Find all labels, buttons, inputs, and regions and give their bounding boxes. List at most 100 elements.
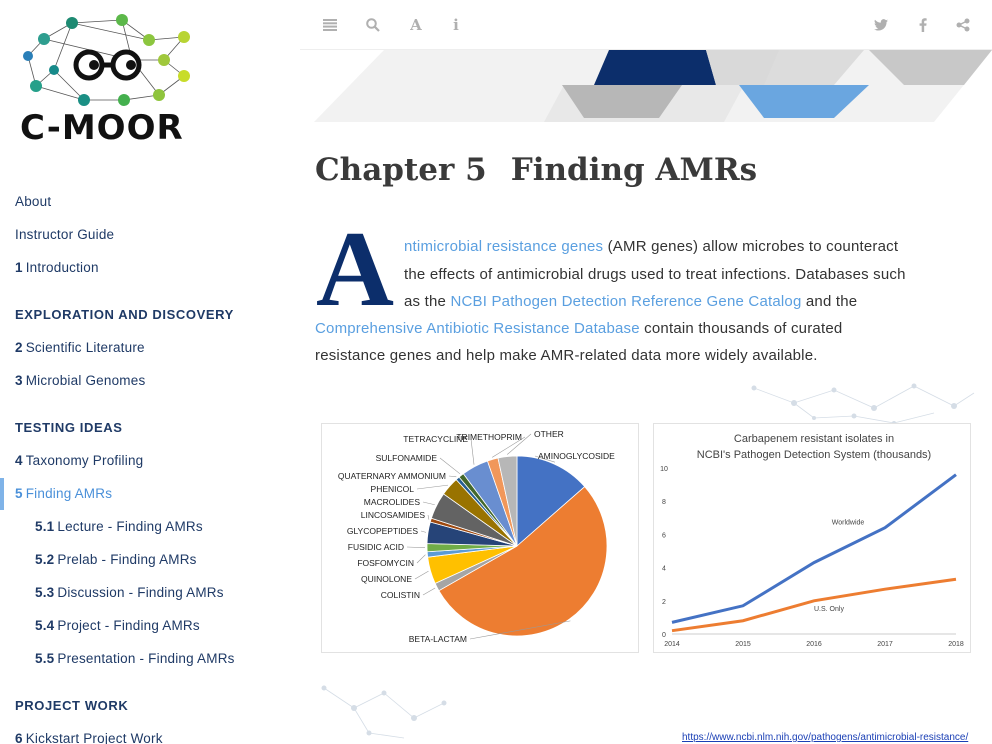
sidebar-item-number: 1: [15, 260, 23, 275]
sidebar-item-label: Finding AMRs: [25, 486, 113, 501]
pie-label: QUATERNARY AMMONIUM: [338, 471, 446, 481]
pie-leader-line: [470, 438, 475, 465]
x-tick-label: 2018: [948, 641, 964, 648]
pie-leader-line: [422, 501, 435, 506]
pie-leader-line: [422, 587, 436, 596]
chapter-title: Chapter 5 Finding AMRs: [315, 152, 757, 188]
drop-cap: A: [316, 210, 394, 329]
header-banner: [314, 50, 992, 122]
chart-title: Carbapenem resistant isolates in: [734, 433, 894, 445]
card-database-link[interactable]: Comprehensive Antibiotic Resistance Data…: [315, 320, 640, 337]
pie-label: AMINOGLYCOSIDE: [538, 451, 615, 461]
pie-leader-line: [414, 570, 429, 580]
series-label: Worldwide: [832, 519, 865, 526]
sidebar-item-kickstart[interactable]: 6 Kickstart Project Work: [15, 731, 163, 744]
sidebar-item-number: 4: [15, 453, 23, 468]
sidebar-item-number: 5: [15, 486, 23, 501]
sidebar-item-number: 6: [15, 731, 23, 744]
sidebar-item-project[interactable]: 5.4 Project - Finding AMRs: [35, 618, 200, 633]
intro-line-1: ntimicrobial resistance genes (AMR genes…: [404, 238, 898, 255]
pie-leader-line: [416, 554, 426, 564]
pie-leader-line: [448, 475, 457, 478]
x-tick-label: 2015: [735, 641, 751, 648]
sidebar-item-label: Presentation - Finding AMRs: [57, 651, 235, 666]
font-icon[interactable]: A: [405, 14, 427, 36]
sidebar-item-label: Taxonomy Profiling: [25, 453, 144, 468]
amr-genes-link[interactable]: ntimicrobial resistance genes: [404, 238, 603, 255]
chapter-number: Chapter 5: [315, 152, 487, 188]
sidebar-item-label: Lecture - Finding AMRs: [57, 519, 203, 534]
intro-text: as the: [404, 293, 451, 310]
sidebar-item-label: Prelab - Finding AMRs: [57, 552, 197, 567]
sidebar-item-scientific-literature[interactable]: 2 Scientific Literature: [15, 340, 145, 355]
amr-figure: AMINOGLYCOSIDE BETA-LACTAM COLISTIN QUINOLO…: [314, 378, 978, 744]
pie-leader-line: [406, 546, 426, 548]
sidebar-item-label: Microbial Genomes: [25, 373, 146, 388]
sidebar-item-about[interactable]: About: [15, 194, 51, 209]
x-tick-label: 2017: [877, 641, 893, 648]
sidebar-section-exploration: EXPLORATION AND DISCOVERY: [15, 307, 234, 322]
x-tick-label: 2016: [806, 641, 822, 648]
sidebar: C-MOOR About Instructor Guide 1 Introduct…: [0, 0, 300, 744]
sidebar-item-number: 5.4: [35, 618, 55, 633]
pie-label: FOSFOMYCIN: [357, 558, 414, 568]
pie-label: COLISTIN: [381, 590, 420, 600]
menu-icon[interactable]: [319, 14, 341, 36]
x-tick-label: 2014: [664, 641, 680, 648]
sidebar-section-testing-ideas: TESTING IDEAS: [15, 420, 123, 435]
sidebar-item-finding-amrs[interactable]: 5 Finding AMRs: [15, 486, 112, 501]
pie-label: PHENICOL: [371, 484, 415, 494]
sidebar-item-number: 3: [15, 373, 23, 388]
carbapenem-line-chart: Carbapenem resistant isolates in NCBI's P…: [660, 433, 964, 648]
active-indicator: [0, 478, 4, 510]
intro-text: contain thousands of curated: [639, 320, 843, 337]
twitter-icon[interactable]: [870, 14, 892, 36]
ncbi-catalog-link[interactable]: NCBI Pathogen Detection Reference Gene C…: [450, 293, 801, 310]
y-tick-label: 0: [662, 632, 666, 639]
chart-subtitle: NCBI's Pathogen Detection System (thousa…: [697, 449, 931, 461]
amr-pie-chart: AMINOGLYCOSIDE BETA-LACTAM COLISTIN QUINOLO…: [338, 429, 615, 644]
pie-label: TRIMETHOPRIM: [456, 432, 522, 442]
y-tick-label: 6: [662, 532, 666, 539]
facebook-icon[interactable]: [912, 14, 934, 36]
source-link[interactable]: https://www.ncbi.nlm.nih.gov/pathogens/a…: [682, 732, 968, 743]
logo-text: C-MOOR: [20, 108, 184, 148]
intro-text: and the: [801, 293, 858, 310]
intro-line-5: resistance genes and help make AMR-relat…: [315, 347, 818, 364]
sidebar-item-label: About: [15, 194, 52, 209]
line-chart-panel: Carbapenem resistant isolates in NCBI's P…: [653, 423, 971, 653]
toolbar: A i: [300, 0, 992, 50]
pie-label: MACROLIDES: [364, 497, 421, 507]
sidebar-item-number: 5.1: [35, 519, 55, 534]
sidebar-item-prelab[interactable]: 5.2 Prelab - Finding AMRs: [35, 552, 197, 567]
intro-line-2: the effects of antimicrobial drugs used …: [404, 266, 906, 283]
y-tick-label: 4: [662, 566, 666, 573]
sidebar-item-number: 5.5: [35, 651, 55, 666]
sidebar-item-instructor-guide[interactable]: Instructor Guide: [15, 227, 114, 242]
sidebar-item-label: Scientific Literature: [25, 340, 145, 355]
info-icon[interactable]: i: [445, 14, 467, 36]
sidebar-item-label: Discussion - Finding AMRs: [57, 585, 224, 600]
pie-label: QUINOLONE: [361, 574, 412, 584]
pie-leader-line: [416, 484, 449, 490]
sidebar-item-discussion[interactable]: 5.3 Discussion - Finding AMRs: [35, 585, 224, 600]
pie-chart-panel: AMINOGLYCOSIDE BETA-LACTAM COLISTIN QUINOLO…: [321, 423, 639, 653]
sidebar-section-project-work: PROJECT WORK: [15, 698, 129, 713]
sidebar-item-label: Project - Finding AMRs: [57, 618, 200, 633]
sidebar-item-number: 2: [15, 340, 23, 355]
pie-leader-line: [427, 514, 430, 520]
series-label: U.S. Only: [814, 606, 844, 613]
intro-line-4: Comprehensive Antibiotic Resistance Data…: [315, 320, 842, 337]
sidebar-item-lecture[interactable]: 5.1 Lecture - Finding AMRs: [35, 519, 203, 534]
y-tick-label: 10: [660, 466, 668, 473]
pie-label: SULFONAMIDE: [376, 453, 438, 463]
search-icon[interactable]: [362, 14, 384, 36]
sidebar-item-microbial-genomes[interactable]: 3 Microbial Genomes: [15, 373, 145, 388]
y-tick-label: 8: [662, 499, 666, 506]
share-icon[interactable]: [952, 14, 974, 36]
sidebar-item-number: 5.3: [35, 585, 55, 600]
sidebar-item-introduction[interactable]: 1 Introduction: [15, 260, 99, 275]
sidebar-item-label: Kickstart Project Work: [25, 731, 163, 744]
sidebar-item-taxonomy-profiling[interactable]: 4 Taxonomy Profiling: [15, 453, 143, 468]
sidebar-item-presentation[interactable]: 5.5 Presentation - Finding AMRs: [35, 651, 235, 666]
